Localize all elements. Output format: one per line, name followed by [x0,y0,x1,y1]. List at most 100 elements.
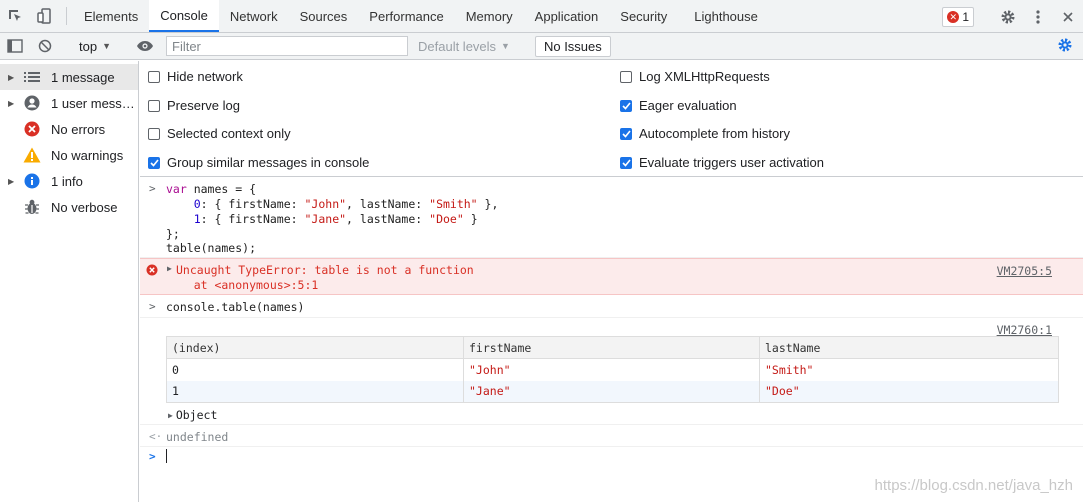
watermark: https://blog.csdn.net/java_hzh [874,477,1073,494]
console-result-entry: <· undefined [140,426,1083,447]
checkmark-icon[interactable] [148,156,160,169]
object-expander[interactable]: ▶ Object [168,408,217,422]
chevron-down-icon: ▼ [102,41,111,51]
close-icon[interactable] [1053,11,1083,23]
preserve-log-checkbox[interactable]: Preserve log [148,98,240,113]
settings-gear-icon[interactable] [993,9,1023,25]
checkbox-label: Evaluate triggers user activation [639,155,824,170]
sidebar-item-errors[interactable]: No errors [0,116,138,142]
console-prompt[interactable]: > [140,447,1083,469]
warning-icon [22,147,42,163]
error-count: 1 [962,9,969,24]
expand-arrow-icon: ▶ [8,176,15,186]
error-count-badge[interactable]: ✕ 1 [942,6,974,27]
table-cell: 1 [166,380,464,403]
no-issues-button[interactable]: No Issues [534,35,611,57]
expand-arrow-icon: ▶ [168,410,173,420]
checkbox-unchecked[interactable] [620,70,632,83]
tab-elements[interactable]: Elements [73,0,149,32]
console-input-entry[interactable]: > var names = { 0: { firstName: "John", … [140,177,1083,258]
table-cell: 0 [166,358,464,381]
eager-evaluation-checkbox[interactable]: Eager evaluation [620,98,737,113]
code-line: console.table(names) [166,300,305,314]
tab-performance[interactable]: Performance [358,0,454,32]
table-cell: "Doe" [759,380,1059,403]
column-header-firstname[interactable]: firstName [463,336,760,359]
console-sidebar: ▶ 1 message ▶ 1 user mess… No errors No … [0,61,139,502]
input-prompt-icon: > [149,450,156,463]
checkmark-icon[interactable] [620,127,632,140]
tab-console[interactable]: Console [149,0,219,32]
selected-context-checkbox[interactable]: Selected context only [148,126,291,141]
tab-security[interactable]: Security [609,0,678,32]
info-icon [22,173,42,189]
table-row: 1 "Jane" "Doe" [166,380,1059,403]
more-options-icon[interactable] [1023,9,1053,24]
column-header-lastname[interactable]: lastName [759,336,1059,359]
tab-network[interactable]: Network [219,0,289,32]
result-value: undefined [166,430,229,444]
user-icon [22,95,42,111]
expand-arrow-icon: ▶ [8,72,15,82]
clear-console-icon[interactable] [30,39,60,53]
bug-icon [22,199,42,215]
console-table: (index) firstName lastName 0 "John" "Smi… [166,336,1059,403]
tab-lighthouse[interactable]: Lighthouse [678,0,769,32]
input-prompt-icon: > [149,182,156,195]
device-toolbar-icon[interactable] [30,0,60,32]
sidebar-item-warnings[interactable]: No warnings [0,142,138,168]
expand-arrow-icon: ▶ [8,98,15,108]
result-arrow-icon: <· [149,430,163,443]
object-label: Object [175,408,218,422]
filter-input[interactable] [166,36,408,56]
sidebar-item-label: 1 info [51,173,83,189]
error-stack: at <anonymous>:5:1 [166,278,319,292]
hide-network-checkbox[interactable]: Hide network [148,69,243,84]
code-line: var names = { [166,182,257,196]
tab-memory[interactable]: Memory [455,0,524,32]
checkbox-label: Autocomplete from history [639,126,791,141]
console-settings-gear-icon[interactable] [1057,37,1073,56]
code-line: 1: { firstName: "Jane", lastName: "Doe" … [193,212,478,226]
table-header-row: (index) firstName lastName [166,336,1059,359]
column-header-index[interactable]: (index) [166,336,464,359]
inspect-element-icon[interactable] [0,0,30,32]
console-error-entry[interactable]: ▶ Uncaught TypeError: table is not a fun… [140,258,1083,295]
console-toolbar: top ▼ Default levels ▼ No Issues [0,33,1083,60]
console-input-entry[interactable]: > console.table(names) [140,296,1083,318]
live-expression-eye-icon[interactable] [130,40,160,52]
context-selector[interactable]: top ▼ [73,39,117,54]
text-cursor [166,449,167,463]
chevron-down-icon: ▼ [501,41,510,51]
sidebar-item-label: No warnings [51,147,124,163]
expand-arrow-icon[interactable]: ▶ [167,264,172,273]
log-xhr-checkbox[interactable]: Log XMLHttpRequests [620,69,770,84]
checkbox-label: Eager evaluation [639,98,737,113]
evaluate-triggers-checkbox[interactable]: Evaluate triggers user activation [620,155,824,170]
sidebar-item-label: 1 message [51,69,115,85]
sidebar-item-messages[interactable]: ▶ 1 message [0,64,138,90]
autocomplete-checkbox[interactable]: Autocomplete from history [620,126,790,141]
sidebar-item-user-messages[interactable]: ▶ 1 user mess… [0,90,138,116]
sidebar-item-label: No verbose [51,199,118,215]
source-link[interactable]: VM2705:5 [997,264,1052,278]
tab-application[interactable]: Application [524,0,610,32]
sidebar-item-verbose[interactable]: No verbose [0,194,138,220]
checkbox-unchecked[interactable] [148,99,160,112]
checkbox-unchecked[interactable] [148,70,160,83]
log-levels-dropdown[interactable]: Default levels ▼ [418,39,510,54]
group-similar-checkbox[interactable]: Group similar messages in console [148,155,369,170]
table-cell: "Smith" [759,358,1059,381]
tab-sources[interactable]: Sources [289,0,359,32]
error-icon [146,264,158,279]
checkmark-icon[interactable] [620,99,632,112]
console-messages: > var names = { 0: { firstName: "John", … [140,177,1083,502]
checkbox-label: Hide network [167,69,243,84]
checkmark-icon[interactable] [620,156,632,169]
show-sidebar-icon[interactable] [0,39,30,53]
source-link[interactable]: VM2760:1 [997,323,1052,337]
code-line: 0: { firstName: "John", lastName: "Smith… [193,197,499,211]
sidebar-item-info[interactable]: ▶ 1 info [0,168,138,194]
checkbox-unchecked[interactable] [148,127,160,140]
context-label: top [79,38,98,54]
